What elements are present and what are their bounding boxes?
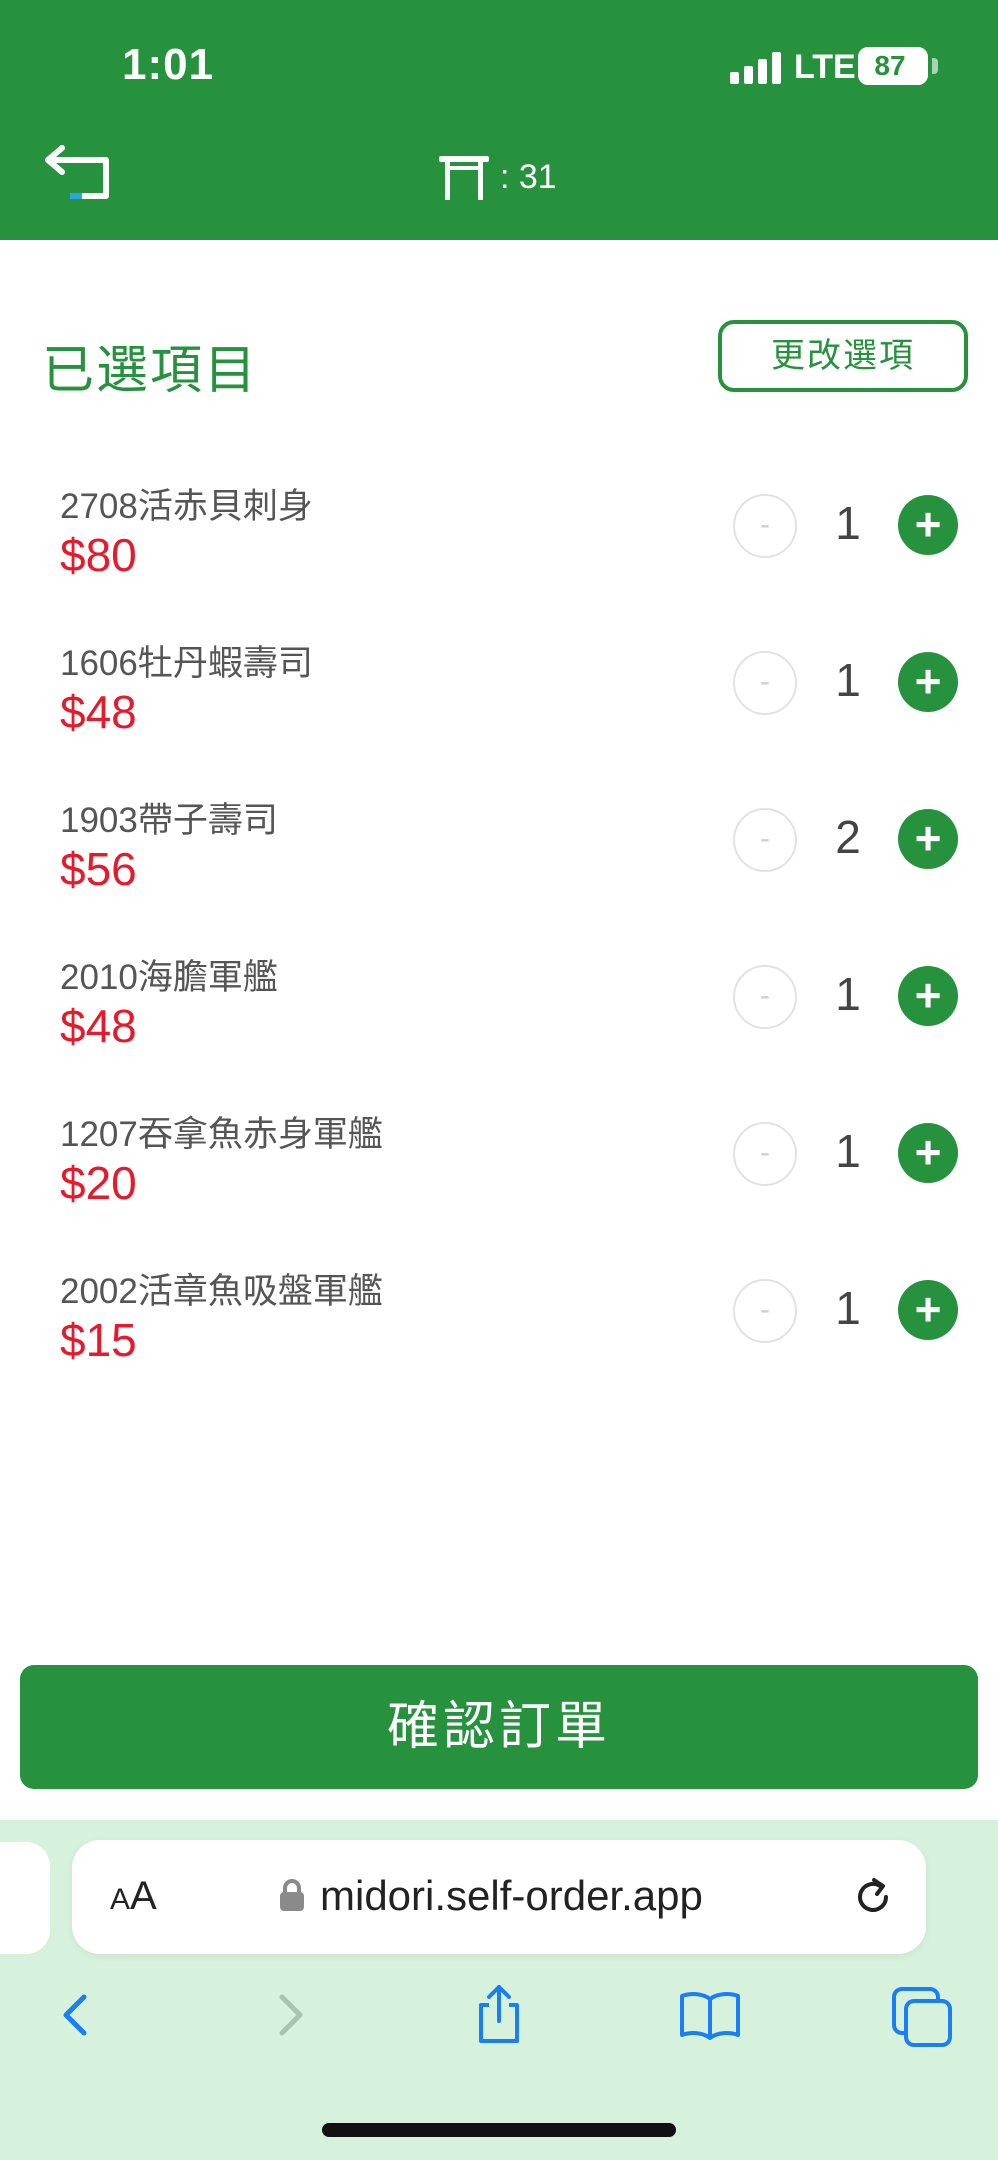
increase-quantity-button[interactable]: + xyxy=(898,1280,958,1340)
list-item: 1903帶子壽司 $56 - 2 + xyxy=(0,772,998,929)
item-name: 2708活赤貝刺身 xyxy=(60,487,313,526)
item-quantity: 1 xyxy=(835,1282,861,1334)
list-item: 2002活章魚吸盤軍艦 $15 - 1 + xyxy=(0,1243,998,1400)
decrease-quantity-button[interactable]: - xyxy=(733,651,797,715)
battery-icon: 87 xyxy=(858,47,928,85)
decrease-quantity-button[interactable]: - xyxy=(733,808,797,872)
network-type: LTE xyxy=(794,48,856,86)
increase-quantity-button[interactable]: + xyxy=(898,652,958,712)
decrease-quantity-button[interactable]: - xyxy=(733,1122,797,1186)
item-price: $48 xyxy=(60,1000,137,1052)
share-icon[interactable] xyxy=(459,1975,539,2055)
item-name: 1606牡丹蝦壽司 xyxy=(60,644,313,683)
item-name: 1207吞拿魚赤身軍艦 xyxy=(60,1115,383,1154)
item-price: $80 xyxy=(60,529,137,581)
url-text: midori.self-order.app xyxy=(320,1872,703,1919)
increase-quantity-button[interactable]: + xyxy=(898,495,958,555)
item-price: $56 xyxy=(60,843,137,895)
battery-nub xyxy=(932,58,938,74)
reload-icon[interactable] xyxy=(848,1872,898,1922)
item-name: 2002活章魚吸盤軍艦 xyxy=(60,1272,383,1311)
status-time: 1:01 xyxy=(122,40,215,89)
table-icon xyxy=(439,156,489,200)
item-quantity: 2 xyxy=(835,811,861,863)
bookmarks-icon[interactable] xyxy=(670,1975,750,2055)
item-name: 1903帶子壽司 xyxy=(60,801,278,840)
battery-level: 87 xyxy=(874,50,906,81)
increase-quantity-button[interactable]: + xyxy=(898,966,958,1026)
item-quantity: 1 xyxy=(835,654,861,706)
previous-tab-peek[interactable] xyxy=(0,1842,50,1954)
tabs-icon[interactable] xyxy=(882,1975,962,2055)
page-title: 已選項目 xyxy=(42,342,259,400)
table-number: : 31 xyxy=(500,157,557,196)
increase-quantity-button[interactable]: + xyxy=(898,1123,958,1183)
browser-toolbar: AA midori.self-order.app xyxy=(0,1820,998,2160)
list-item: 1606牡丹蝦壽司 $48 - 1 + xyxy=(0,615,998,772)
app-header: 1:01 LTE 87 : 31 xyxy=(0,0,998,240)
increase-quantity-button[interactable]: + xyxy=(898,809,958,869)
selected-items-list: 2708活赤貝刺身 $80 - 1 + 1606牡丹蝦壽司 $48 - 1 + … xyxy=(0,458,998,1400)
item-quantity: 1 xyxy=(835,497,861,549)
list-item: 1207吞拿魚赤身軍艦 $20 - 1 + xyxy=(0,1086,998,1243)
item-price: $48 xyxy=(60,686,137,738)
decrease-quantity-button[interactable]: - xyxy=(733,494,797,558)
browser-nav-bar xyxy=(0,1975,998,2085)
change-options-button[interactable]: 更改選項 xyxy=(718,320,968,392)
aa-large-letter: A xyxy=(130,1874,157,1918)
item-quantity: 1 xyxy=(835,1125,861,1177)
item-price: $15 xyxy=(60,1314,137,1366)
list-item: 2708活赤貝刺身 $80 - 1 + xyxy=(0,458,998,615)
aa-small-letter: A xyxy=(110,1883,131,1916)
item-quantity: 1 xyxy=(835,968,861,1020)
confirm-order-button[interactable]: 確認訂單 xyxy=(20,1665,978,1789)
home-indicator xyxy=(322,2123,676,2137)
table-info: : 31 xyxy=(436,152,557,202)
return-arrow-icon xyxy=(45,145,109,199)
item-price: $20 xyxy=(60,1157,137,1209)
decrease-quantity-button[interactable]: - xyxy=(733,1279,797,1343)
item-name: 2010海膽軍艦 xyxy=(60,958,278,997)
reader-settings-button[interactable]: AA xyxy=(110,1874,157,1919)
forward-chevron-icon[interactable] xyxy=(250,1975,330,2055)
address-bar[interactable]: AA midori.self-order.app xyxy=(72,1840,926,1954)
list-item: 2010海膽軍艦 $48 - 1 + xyxy=(0,929,998,1086)
back-button[interactable] xyxy=(40,140,120,210)
back-chevron-icon[interactable] xyxy=(36,1975,116,2055)
decrease-quantity-button[interactable]: - xyxy=(733,965,797,1029)
lock-icon xyxy=(280,1879,304,1911)
cellular-signal-icon xyxy=(730,52,782,84)
